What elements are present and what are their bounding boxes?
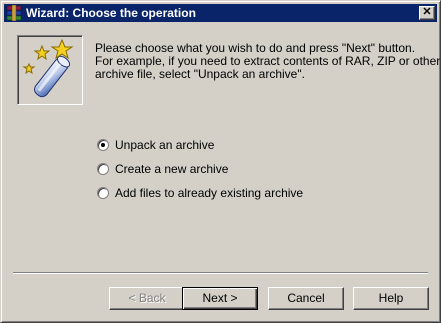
- intro-line-3: archive file, select "Unpack an archive"…: [95, 67, 305, 81]
- radio-button-selected[interactable]: [97, 139, 109, 151]
- separator: [13, 272, 428, 274]
- close-icon: ✕: [422, 6, 432, 18]
- option-label: Unpack an archive: [115, 138, 215, 152]
- option-label: Create a new archive: [115, 162, 229, 176]
- intro-text: Please choose what you wish to do and pr…: [95, 42, 440, 81]
- radio-button[interactable]: [97, 163, 109, 175]
- option-create-archive[interactable]: Create a new archive: [97, 162, 228, 176]
- magic-wand-stars-icon: [22, 38, 74, 98]
- cancel-button[interactable]: Cancel: [268, 287, 344, 310]
- close-button[interactable]: ✕: [419, 6, 435, 20]
- window-title: Wizard: Choose the operation: [26, 6, 196, 20]
- option-add-files[interactable]: Add files to already existing archive: [97, 186, 303, 200]
- title-bar[interactable]: Wizard: Choose the operation ✕: [4, 4, 437, 22]
- back-button[interactable]: < Back: [109, 287, 185, 310]
- wizard-hero-icon-frame: [17, 35, 83, 105]
- wizard-window: Wizard: Choose the operation ✕ Please ch…: [0, 0, 441, 323]
- next-button[interactable]: Next >: [182, 287, 258, 310]
- option-label: Add files to already existing archive: [115, 186, 304, 200]
- winrar-app-icon: [6, 5, 22, 21]
- help-button[interactable]: Help: [353, 287, 429, 310]
- radio-button[interactable]: [97, 187, 109, 199]
- option-unpack-archive[interactable]: Unpack an archive: [97, 138, 214, 152]
